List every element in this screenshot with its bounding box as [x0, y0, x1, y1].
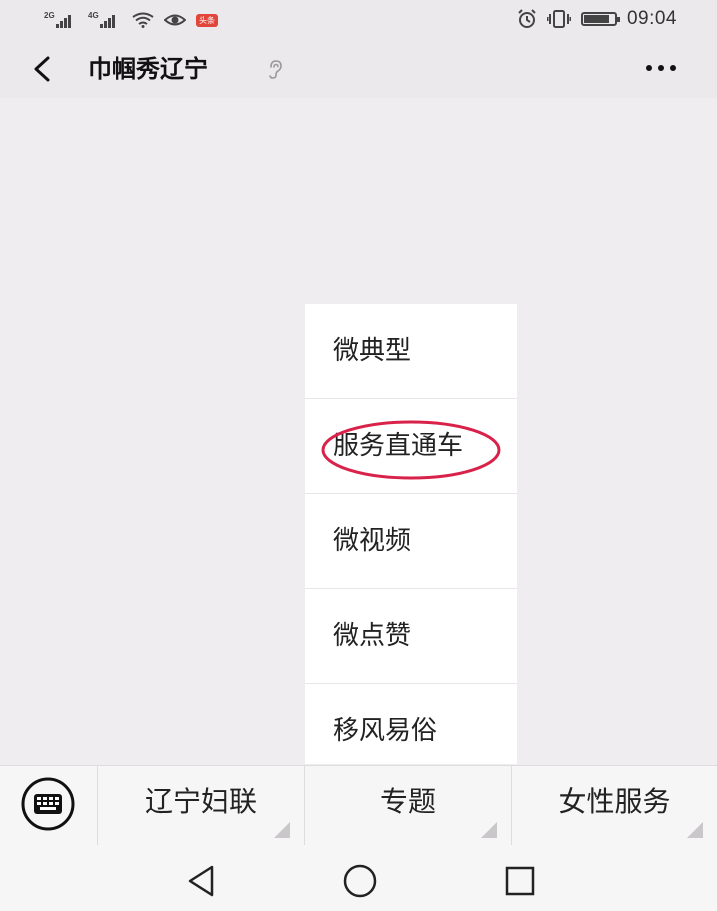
tab-zhuanti[interactable]: 专题 [304, 766, 511, 846]
tab-label: 辽宁妇联 [144, 785, 257, 818]
menu-item-label: 微视频 [333, 526, 412, 556]
eye-comfort-icon [164, 14, 186, 26]
notification-badge: 头条 [196, 13, 218, 27]
submenu-corner-icon [481, 822, 497, 838]
sim1-signal-icon: 2G [44, 11, 78, 29]
menu-item-weishipin[interactable]: 微视频 [305, 494, 517, 589]
more-dots-icon[interactable] [641, 54, 681, 82]
menu-item-label: 移风易俗 [333, 716, 438, 746]
tab-label: 女性服务 [558, 785, 671, 818]
status-right-icons: 09:04 [517, 8, 677, 30]
menu-item-label: 微点赞 [333, 621, 412, 651]
submenu-corner-icon [687, 822, 703, 838]
menu-item-label: 服务直通车 [333, 431, 464, 461]
alarm-icon [518, 9, 536, 28]
battery-level-fill [583, 15, 610, 23]
popup-submenu: 微典型 服务直通车 微视频 微点赞 移风易俗 [305, 304, 517, 764]
vibrate-icon [546, 10, 571, 28]
page-title: 巾帼秀辽宁 [88, 55, 208, 83]
system-nav-bar [0, 845, 717, 911]
title-bar: 巾帼秀辽宁 [0, 40, 717, 98]
back-triangle-icon[interactable] [182, 861, 222, 901]
keyboard-icon[interactable] [20, 776, 76, 832]
recent-square-icon[interactable] [500, 861, 540, 901]
bottom-menu-bar: 辽宁妇联 专题 女性服务 [0, 765, 717, 846]
wifi-icon [132, 12, 154, 28]
battery-icon [580, 12, 620, 26]
menu-item-fuwuzhitongche[interactable]: 服务直通车 [305, 399, 517, 494]
menu-item-yifengyisu[interactable]: 移风易俗 [305, 684, 517, 764]
status-bar: 2G 4G 头条 09:04 [0, 0, 717, 40]
back-arrow-icon[interactable] [26, 52, 58, 86]
menu-item-weidianzan[interactable]: 微点赞 [305, 589, 517, 684]
tab-label: 专题 [379, 785, 436, 818]
status-left-icons: 2G 4G 头条 [44, 10, 218, 30]
home-circle-icon[interactable] [340, 861, 380, 901]
sim2-signal-icon: 4G [88, 11, 122, 29]
submenu-corner-icon [274, 822, 290, 838]
menu-item-label: 微典型 [333, 336, 412, 366]
tab-nvxing-fuwu[interactable]: 女性服务 [511, 766, 717, 846]
menu-item-weidianxing[interactable]: 微典型 [305, 304, 517, 399]
tab-liaoning-fulian[interactable]: 辽宁妇联 [97, 766, 304, 846]
hearing-ear-icon[interactable] [264, 58, 286, 80]
status-time: 09:04 [626, 8, 677, 29]
sim1-network-type: 2G [44, 11, 55, 20]
sim2-network-type: 4G [88, 11, 99, 20]
